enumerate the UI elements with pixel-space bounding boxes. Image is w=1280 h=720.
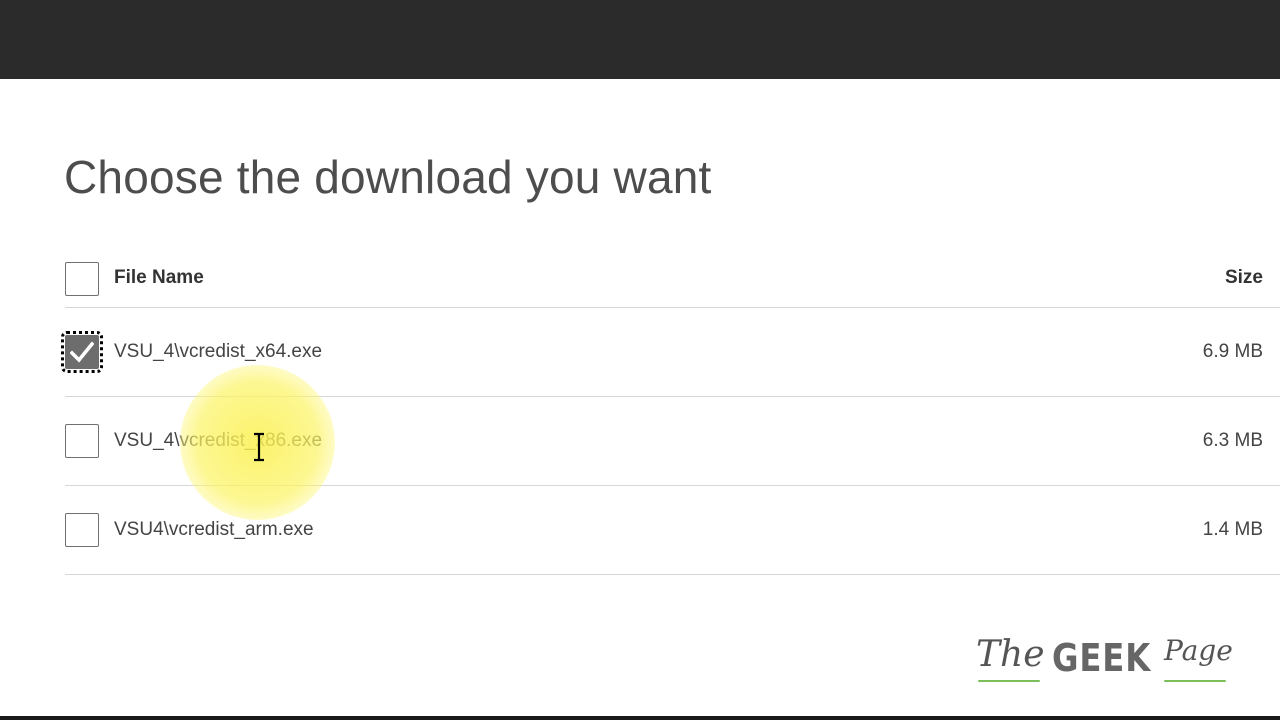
logo-underline xyxy=(978,680,1040,682)
checkmark-icon xyxy=(70,341,94,363)
download-table: File Name Size VSU_4\vcredist_x64.exe 6.… xyxy=(61,250,1280,575)
page-title: Choose the download you want xyxy=(64,151,712,203)
file-name-column-header[interactable]: File Name xyxy=(114,267,204,289)
file-checkbox-x64[interactable] xyxy=(61,331,103,373)
file-name: VSU_4\vcredist_x86.exe xyxy=(114,430,323,451)
file-name: VSU4\vcredist_arm.exe xyxy=(114,519,314,540)
table-header-row: File Name Size xyxy=(65,250,1280,308)
file-size: 1.4 MB xyxy=(1202,519,1263,540)
the-geek-page-logo: The GEEK Page xyxy=(976,630,1236,690)
text-cursor-icon xyxy=(254,432,264,462)
file-size: 6.9 MB xyxy=(1202,341,1263,362)
size-column-header[interactable]: Size xyxy=(1225,267,1263,289)
logo-text-page: Page xyxy=(1164,634,1233,667)
file-checkbox-x86[interactable] xyxy=(65,424,99,458)
bottom-edge xyxy=(0,716,1280,720)
logo-underline xyxy=(1164,680,1226,682)
logo-text-the: The xyxy=(976,634,1045,675)
top-bar xyxy=(0,0,1280,79)
table-row[interactable]: VSU_4\vcredist_x64.exe 6.9 MB xyxy=(61,308,1280,397)
select-all-checkbox[interactable] xyxy=(65,262,99,296)
file-checkbox-arm[interactable] xyxy=(65,513,99,547)
logo-text-geek: GEEK xyxy=(1052,636,1152,680)
table-row[interactable]: VSU_4\vcredist_x86.exe 6.3 MB xyxy=(65,397,1280,486)
file-name: VSU_4\vcredist_x64.exe xyxy=(114,341,323,362)
table-row[interactable]: VSU4\vcredist_arm.exe 1.4 MB xyxy=(65,486,1280,575)
file-size: 6.3 MB xyxy=(1202,430,1263,451)
